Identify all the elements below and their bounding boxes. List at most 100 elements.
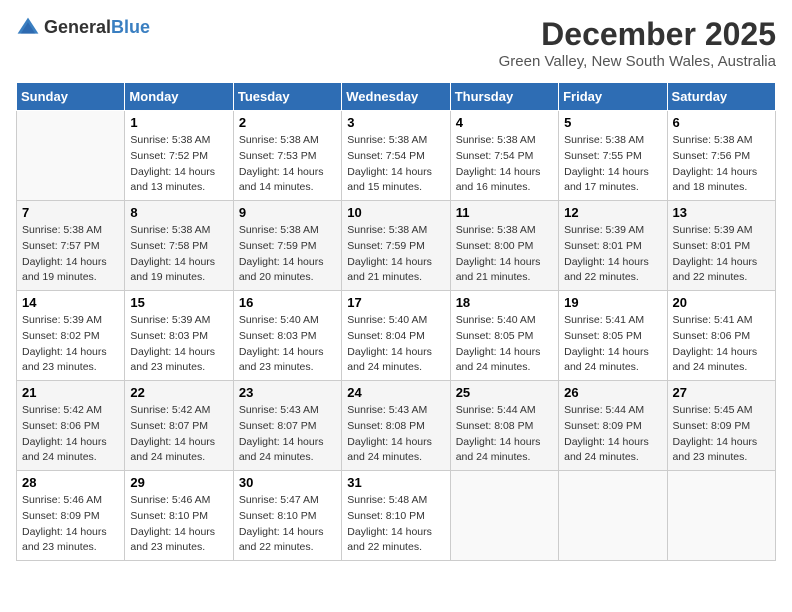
day-detail: Sunrise: 5:41 AMSunset: 8:06 PMDaylight:… <box>673 313 770 376</box>
day-detail: Sunrise: 5:38 AMSunset: 7:58 PMDaylight:… <box>130 223 227 286</box>
calendar-cell: 2Sunrise: 5:38 AMSunset: 7:53 PMDaylight… <box>233 111 341 201</box>
calendar-cell: 30Sunrise: 5:47 AMSunset: 8:10 PMDayligh… <box>233 471 341 561</box>
header-monday: Monday <box>125 83 233 111</box>
calendar-week-row: 14 Sunrise: 5:39 AMSunset: 8:02 PMDayligh… <box>17 291 776 381</box>
day-detail: Sunrise: 5:38 AMSunset: 7:54 PMDaylight:… <box>347 133 444 196</box>
header-thursday: Thursday <box>450 83 558 111</box>
calendar-cell: 25 Sunrise: 5:44 AMSunset: 8:08 PMDayligh… <box>450 381 558 471</box>
logo-icon <box>16 16 40 40</box>
day-detail: Sunrise: 5:38 AMSunset: 7:53 PMDaylight:… <box>239 133 336 196</box>
day-number: 19 <box>564 295 661 310</box>
logo: GeneralBlue <box>16 16 150 40</box>
calendar-cell: 15 Sunrise: 5:39 AMSunset: 8:03 PMDayligh… <box>125 291 233 381</box>
day-number: 7 <box>22 205 119 220</box>
calendar-cell: 6 Sunrise: 5:38 AMSunset: 7:56 PMDaylight… <box>667 111 775 201</box>
day-detail: Sunrise: 5:46 AMSunset: 8:09 PMDaylight:… <box>22 493 119 556</box>
calendar-cell <box>559 471 667 561</box>
day-detail: Sunrise: 5:38 AMSunset: 7:52 PMDaylight:… <box>130 133 227 196</box>
calendar-cell: 18 Sunrise: 5:40 AMSunset: 8:05 PMDayligh… <box>450 291 558 381</box>
day-detail: Sunrise: 5:39 AMSunset: 8:01 PMDaylight:… <box>564 223 661 286</box>
calendar-cell: 24 Sunrise: 5:43 AMSunset: 8:08 PMDayligh… <box>342 381 450 471</box>
day-detail: Sunrise: 5:38 AMSunset: 8:00 PMDaylight:… <box>456 223 553 286</box>
calendar-cell: 23 Sunrise: 5:43 AMSunset: 8:07 PMDayligh… <box>233 381 341 471</box>
calendar-cell: 21 Sunrise: 5:42 AMSunset: 8:06 PMDayligh… <box>17 381 125 471</box>
day-number: 24 <box>347 385 444 400</box>
day-number: 10 <box>347 205 444 220</box>
day-number: 18 <box>456 295 553 310</box>
calendar-cell: 13 Sunrise: 5:39 AMSunset: 8:01 PMDayligh… <box>667 201 775 291</box>
page-header: GeneralBlue December 2025 Green Valley, … <box>16 16 776 70</box>
calendar-cell: 16 Sunrise: 5:40 AMSunset: 8:03 PMDayligh… <box>233 291 341 381</box>
calendar-week-row: 28 Sunrise: 5:46 AMSunset: 8:09 PMDayligh… <box>17 471 776 561</box>
day-number: 15 <box>130 295 227 310</box>
day-number: 20 <box>673 295 770 310</box>
day-detail: Sunrise: 5:38 AMSunset: 7:55 PMDaylight:… <box>564 133 661 196</box>
day-number: 9 <box>239 205 336 220</box>
day-detail: Sunrise: 5:39 AMSunset: 8:02 PMDaylight:… <box>22 313 119 376</box>
day-detail: Sunrise: 5:40 AMSunset: 8:03 PMDaylight:… <box>239 313 336 376</box>
day-number: 12 <box>564 205 661 220</box>
calendar-week-row: 1 Sunrise: 5:38 AMSunset: 7:52 PMDaylight… <box>17 111 776 201</box>
day-detail: Sunrise: 5:43 AMSunset: 8:08 PMDaylight:… <box>347 403 444 466</box>
month-title: December 2025 <box>499 16 776 53</box>
day-number: 25 <box>456 385 553 400</box>
calendar-cell: 29Sunrise: 5:46 AMSunset: 8:10 PMDayligh… <box>125 471 233 561</box>
day-detail: Sunrise: 5:42 AMSunset: 8:06 PMDaylight:… <box>22 403 119 466</box>
calendar-cell: 22Sunrise: 5:42 AMSunset: 8:07 PMDayligh… <box>125 381 233 471</box>
day-detail: Sunrise: 5:38 AMSunset: 7:59 PMDaylight:… <box>347 223 444 286</box>
day-number: 11 <box>456 205 553 220</box>
day-detail: Sunrise: 5:44 AMSunset: 8:09 PMDaylight:… <box>564 403 661 466</box>
day-number: 5 <box>564 115 661 130</box>
calendar-cell: 14 Sunrise: 5:39 AMSunset: 8:02 PMDayligh… <box>17 291 125 381</box>
day-number: 29 <box>130 475 227 490</box>
calendar-cell: 3 Sunrise: 5:38 AMSunset: 7:54 PMDaylight… <box>342 111 450 201</box>
title-area: December 2025 Green Valley, New South Wa… <box>499 16 776 70</box>
calendar-cell: 20 Sunrise: 5:41 AMSunset: 8:06 PMDayligh… <box>667 291 775 381</box>
calendar-cell: 12 Sunrise: 5:39 AMSunset: 8:01 PMDayligh… <box>559 201 667 291</box>
day-detail: Sunrise: 5:38 AMSunset: 7:56 PMDaylight:… <box>673 133 770 196</box>
calendar-cell: 27Sunrise: 5:45 AMSunset: 8:09 PMDayligh… <box>667 381 775 471</box>
day-detail: Sunrise: 5:39 AMSunset: 8:01 PMDaylight:… <box>673 223 770 286</box>
day-number: 1 <box>130 115 227 130</box>
day-number: 14 <box>22 295 119 310</box>
day-detail: Sunrise: 5:39 AMSunset: 8:03 PMDaylight:… <box>130 313 227 376</box>
location-title: Green Valley, New South Wales, Australia <box>499 53 776 70</box>
day-detail: Sunrise: 5:45 AMSunset: 8:09 PMDaylight:… <box>673 403 770 466</box>
header-wednesday: Wednesday <box>342 83 450 111</box>
day-number: 26 <box>564 385 661 400</box>
day-number: 22 <box>130 385 227 400</box>
day-detail: Sunrise: 5:43 AMSunset: 8:07 PMDaylight:… <box>239 403 336 466</box>
day-number: 23 <box>239 385 336 400</box>
calendar-table: SundayMondayTuesdayWednesdayThursdayFrid… <box>16 82 776 561</box>
day-detail: Sunrise: 5:44 AMSunset: 8:08 PMDaylight:… <box>456 403 553 466</box>
calendar-cell: 8 Sunrise: 5:38 AMSunset: 7:58 PMDaylight… <box>125 201 233 291</box>
day-detail: Sunrise: 5:47 AMSunset: 8:10 PMDaylight:… <box>239 493 336 556</box>
day-detail: Sunrise: 5:40 AMSunset: 8:05 PMDaylight:… <box>456 313 553 376</box>
day-number: 17 <box>347 295 444 310</box>
day-number: 16 <box>239 295 336 310</box>
header-sunday: Sunday <box>17 83 125 111</box>
day-detail: Sunrise: 5:38 AMSunset: 7:54 PMDaylight:… <box>456 133 553 196</box>
calendar-cell: 9Sunrise: 5:38 AMSunset: 7:59 PMDaylight… <box>233 201 341 291</box>
calendar-cell: 19Sunrise: 5:41 AMSunset: 8:05 PMDayligh… <box>559 291 667 381</box>
day-number: 28 <box>22 475 119 490</box>
day-number: 31 <box>347 475 444 490</box>
calendar-cell: 28 Sunrise: 5:46 AMSunset: 8:09 PMDayligh… <box>17 471 125 561</box>
day-detail: Sunrise: 5:40 AMSunset: 8:04 PMDaylight:… <box>347 313 444 376</box>
day-number: 4 <box>456 115 553 130</box>
day-number: 3 <box>347 115 444 130</box>
calendar-cell: 17 Sunrise: 5:40 AMSunset: 8:04 PMDayligh… <box>342 291 450 381</box>
calendar-cell: 7 Sunrise: 5:38 AMSunset: 7:57 PMDaylight… <box>17 201 125 291</box>
header-friday: Friday <box>559 83 667 111</box>
logo-text: GeneralBlue <box>44 18 150 38</box>
day-detail: Sunrise: 5:38 AMSunset: 7:57 PMDaylight:… <box>22 223 119 286</box>
calendar-cell: 31 Sunrise: 5:48 AMSunset: 8:10 PMDayligh… <box>342 471 450 561</box>
header-saturday: Saturday <box>667 83 775 111</box>
day-number: 6 <box>673 115 770 130</box>
day-number: 21 <box>22 385 119 400</box>
calendar-cell: 11 Sunrise: 5:38 AMSunset: 8:00 PMDayligh… <box>450 201 558 291</box>
calendar-cell: 1 Sunrise: 5:38 AMSunset: 7:52 PMDaylight… <box>125 111 233 201</box>
day-number: 8 <box>130 205 227 220</box>
day-number: 13 <box>673 205 770 220</box>
day-detail: Sunrise: 5:48 AMSunset: 8:10 PMDaylight:… <box>347 493 444 556</box>
